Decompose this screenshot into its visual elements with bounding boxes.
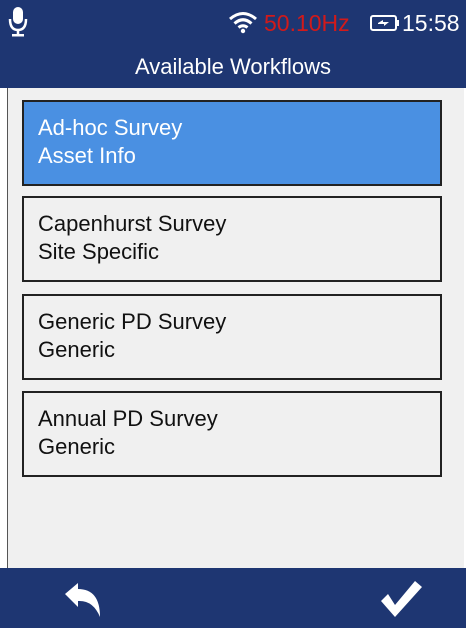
- frequency-readout: 50.10Hz: [264, 10, 350, 36]
- workflow-name: Ad-hoc Survey: [38, 115, 183, 140]
- header-bar: 50.10Hz 15:58 Available Workflows: [0, 0, 466, 88]
- workflow-type: Asset Info: [38, 143, 136, 168]
- clock: 15:58: [402, 10, 460, 36]
- wifi-icon: [229, 12, 257, 34]
- workflow-type: Site Specific: [38, 239, 160, 264]
- workflow-name: Capenhurst Survey: [38, 211, 227, 236]
- workflow-type: Generic: [38, 337, 116, 362]
- workflow-item-capenhurst-survey[interactable]: Capenhurst Survey Site Specific: [22, 196, 442, 282]
- workflow-item-ad-hoc-survey[interactable]: Ad-hoc Survey Asset Info: [22, 100, 442, 186]
- workflow-type: Generic: [38, 434, 116, 459]
- battery-charging-icon: [370, 15, 399, 31]
- workflow-item-annual-pd-survey[interactable]: Annual PD Survey Generic: [22, 391, 442, 477]
- page-title: Available Workflows: [134, 54, 332, 79]
- microphone-icon: [8, 7, 28, 37]
- workflow-item-generic-pd-survey[interactable]: Generic PD Survey Generic: [22, 294, 442, 380]
- workflow-name: Annual PD Survey: [38, 406, 218, 431]
- footer-bar: [0, 568, 466, 628]
- checkmark-icon[interactable]: [378, 578, 424, 620]
- back-arrow-icon[interactable]: [60, 580, 106, 620]
- workflow-name: Generic PD Survey: [38, 309, 227, 334]
